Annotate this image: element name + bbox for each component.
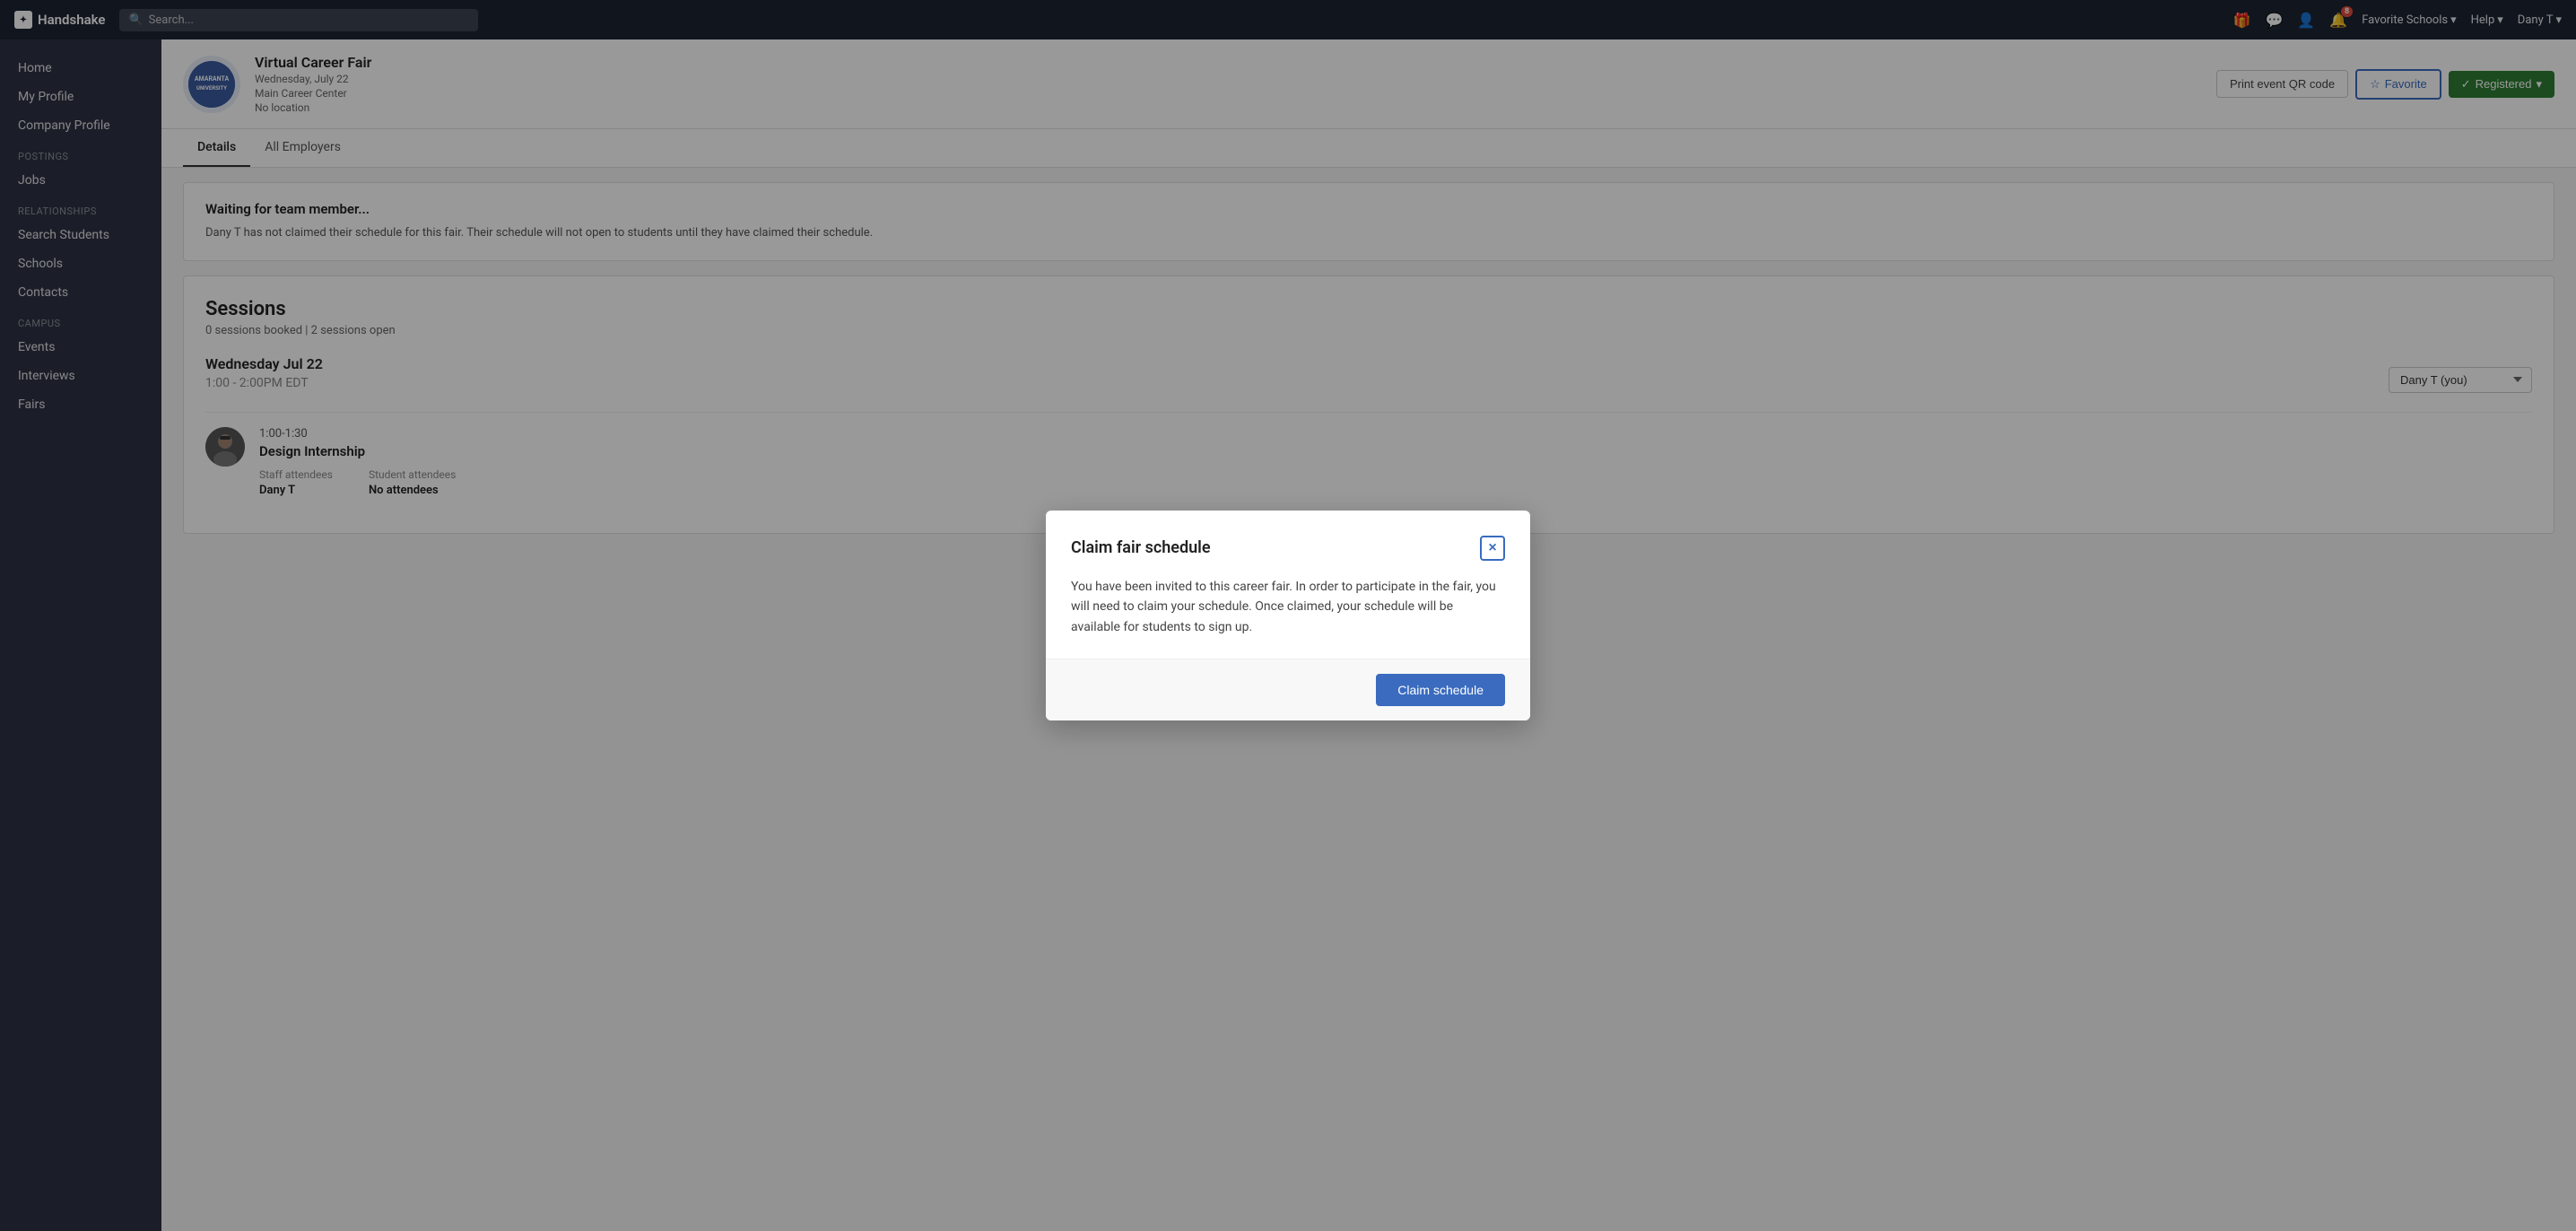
modal-footer: Claim schedule bbox=[1046, 659, 1530, 720]
modal-body: You have been invited to this career fai… bbox=[1071, 577, 1505, 637]
claim-schedule-button[interactable]: Claim schedule bbox=[1376, 674, 1505, 706]
claim-schedule-modal: Claim fair schedule × You have been invi… bbox=[1046, 511, 1530, 720]
modal-close-button[interactable]: × bbox=[1480, 536, 1505, 561]
modal-overlay[interactable]: Claim fair schedule × You have been invi… bbox=[0, 0, 2576, 1231]
close-icon: × bbox=[1488, 540, 1496, 556]
modal-title: Claim fair schedule bbox=[1071, 538, 1211, 557]
modal-header: Claim fair schedule × bbox=[1071, 536, 1505, 561]
